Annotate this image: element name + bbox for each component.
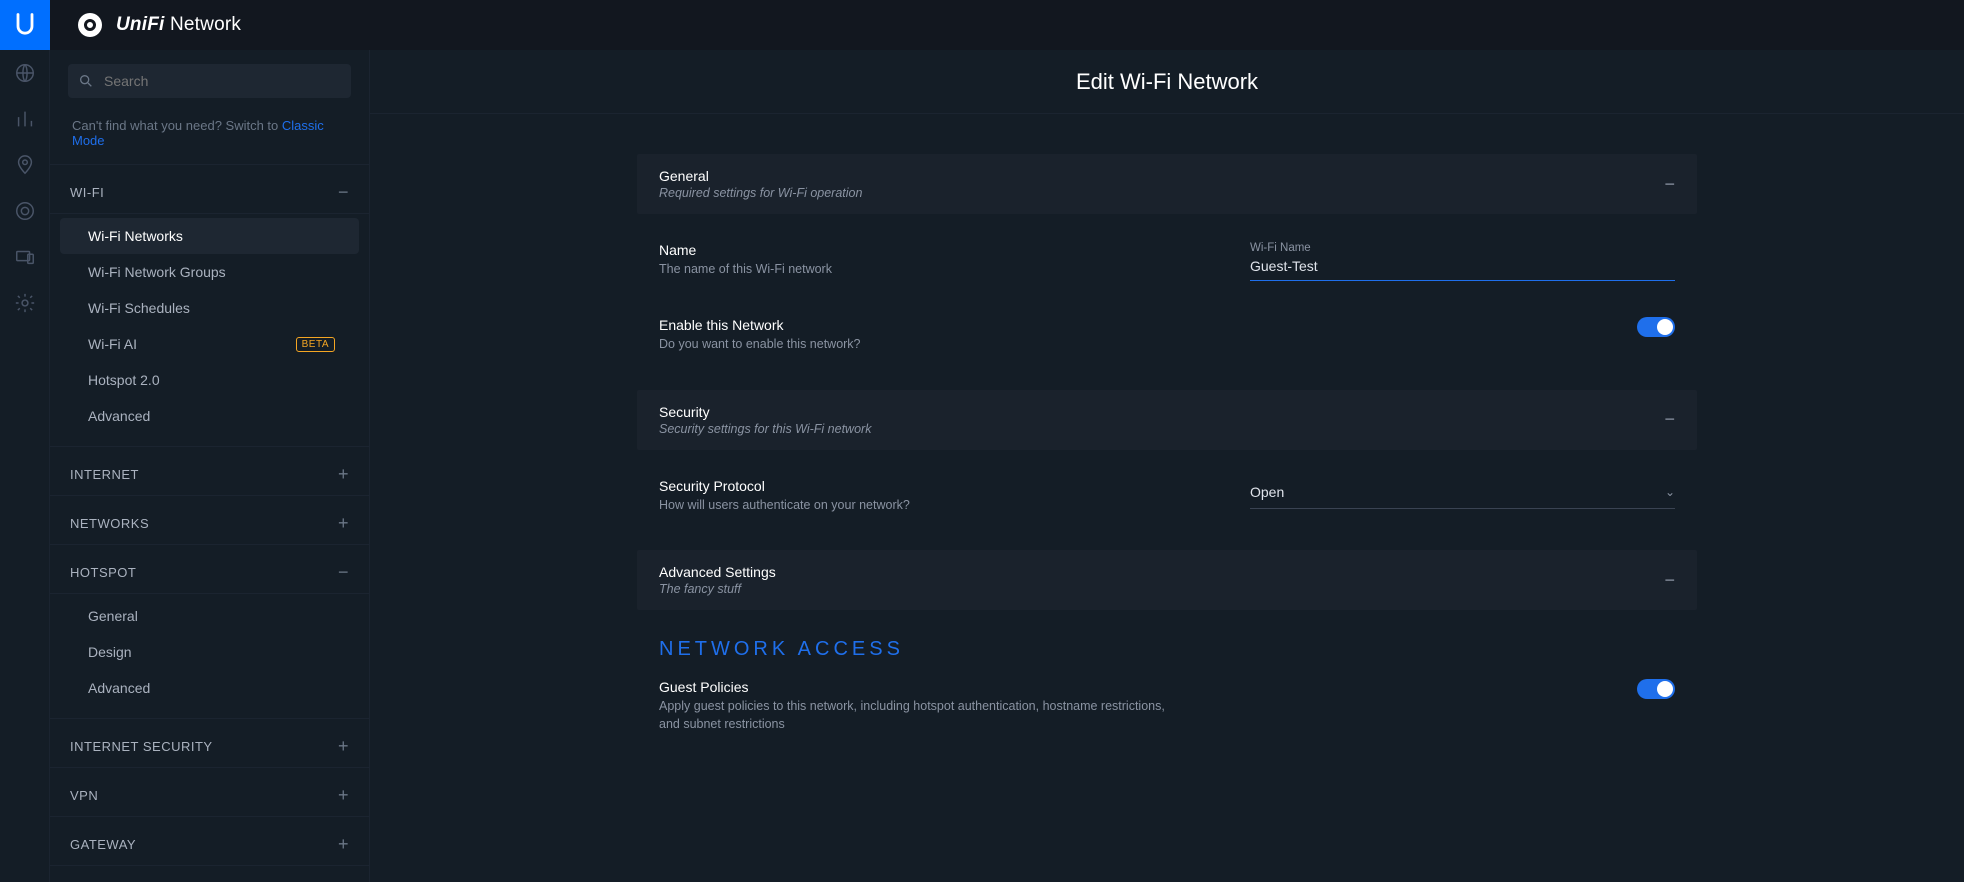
collapse-icon[interactable]: − — [1664, 409, 1675, 430]
section-internet[interactable]: INTERNET + — [50, 447, 369, 496]
collapse-icon: − — [338, 563, 349, 581]
card-security-subtitle: Security settings for this Wi-Fi network — [659, 422, 871, 436]
section-gateway[interactable]: GATEWAY + — [50, 817, 369, 866]
map-icon[interactable] — [12, 152, 38, 178]
sidebar-item-wifi-ai[interactable]: Wi-Fi AI BETA — [60, 326, 359, 362]
setting-name: Name The name of this Wi-Fi network Wi-F… — [637, 242, 1697, 281]
card-general-title: General — [659, 168, 862, 184]
chevron-down-icon: ⌄ — [1665, 485, 1675, 499]
classic-mode-note: Can't find what you need? Switch to Clas… — [50, 112, 369, 165]
card-advanced: Advanced Settings The fancy stuff − — [637, 550, 1697, 610]
expand-icon: + — [338, 514, 349, 532]
card-general-subtitle: Required settings for Wi-Fi operation — [659, 186, 862, 200]
gear-icon[interactable] — [12, 290, 38, 316]
sidebar-item-wifi-schedules[interactable]: Wi-Fi Schedules — [60, 290, 359, 326]
setting-enable-label: Enable this Network — [659, 317, 861, 333]
setting-protocol-desc: How will users authenticate on your netw… — [659, 497, 910, 515]
beta-badge: BETA — [296, 337, 335, 352]
card-security: Security Security settings for this Wi-F… — [637, 390, 1697, 450]
sidebar-item-wifi-network-groups[interactable]: Wi-Fi Network Groups — [60, 254, 359, 290]
icon-rail — [0, 50, 50, 882]
setting-protocol: Security Protocol How will users authent… — [637, 478, 1697, 515]
enable-network-toggle[interactable] — [1637, 317, 1675, 337]
radar-icon[interactable] — [12, 198, 38, 224]
stats-icon[interactable] — [12, 106, 38, 132]
brand-logo[interactable] — [0, 0, 50, 50]
card-advanced-subtitle: The fancy stuff — [659, 582, 776, 596]
expand-icon: + — [338, 786, 349, 804]
main-panel: Edit Wi-Fi Network General Required sett… — [370, 50, 1964, 882]
sidebar-item-hotspot-advanced[interactable]: Advanced — [60, 670, 359, 706]
section-hotspot[interactable]: HOTSPOT − — [50, 545, 369, 594]
setting-guest-label: Guest Policies — [659, 679, 1179, 695]
setting-protocol-label: Security Protocol — [659, 478, 910, 494]
search-icon — [78, 73, 94, 89]
sidebar-item-hotspot-design[interactable]: Design — [60, 634, 359, 670]
sidebar-item-wifi-networks[interactable]: Wi-Fi Networks — [60, 218, 359, 254]
setting-name-desc: The name of this Wi-Fi network — [659, 261, 832, 279]
card-advanced-title: Advanced Settings — [659, 564, 776, 580]
wifi-name-input[interactable] — [1250, 254, 1675, 281]
security-protocol-select[interactable]: Open ⌄ — [1250, 478, 1675, 509]
card-general: General Required settings for Wi-Fi oper… — [637, 154, 1697, 214]
sidebar-item-hotspot-general[interactable]: General — [60, 598, 359, 634]
section-networks[interactable]: NETWORKS + — [50, 496, 369, 545]
guest-policies-toggle[interactable] — [1637, 679, 1675, 699]
section-wifi[interactable]: WI-FI − — [50, 165, 369, 214]
devices-icon[interactable] — [12, 244, 38, 270]
search-input[interactable] — [68, 64, 351, 98]
sidebar-item-hotspot-20[interactable]: Hotspot 2.0 — [60, 362, 359, 398]
setting-enable-desc: Do you want to enable this network? — [659, 336, 861, 354]
collapse-icon: − — [338, 183, 349, 201]
network-access-heading: NETWORK ACCESS — [637, 638, 1697, 661]
section-internet-security[interactable]: INTERNET SECURITY + — [50, 719, 369, 768]
wifi-name-field-label: Wi-Fi Name — [1250, 242, 1675, 254]
setting-name-label: Name — [659, 242, 832, 258]
setting-guest-policies: Guest Policies Apply guest policies to t… — [637, 679, 1697, 733]
expand-icon: + — [338, 737, 349, 755]
search-box — [68, 64, 351, 98]
page-title: Edit Wi-Fi Network — [370, 50, 1964, 114]
topbar: UniFi Network — [0, 0, 1964, 50]
setting-guest-desc: Apply guest policies to this network, in… — [659, 698, 1179, 733]
section-vpn[interactable]: VPN + — [50, 768, 369, 817]
collapse-icon[interactable]: − — [1664, 174, 1675, 195]
collapse-icon[interactable]: − — [1664, 570, 1675, 591]
sidebar: Can't find what you need? Switch to Clas… — [50, 50, 370, 882]
product-name: UniFi Network — [116, 14, 241, 36]
globe-icon[interactable] — [12, 60, 38, 86]
expand-icon: + — [338, 835, 349, 853]
setting-enable: Enable this Network Do you want to enabl… — [637, 317, 1697, 354]
card-security-title: Security — [659, 404, 871, 420]
sidebar-item-advanced[interactable]: Advanced — [60, 398, 359, 434]
app-switcher-icon[interactable] — [78, 13, 102, 37]
expand-icon: + — [338, 465, 349, 483]
